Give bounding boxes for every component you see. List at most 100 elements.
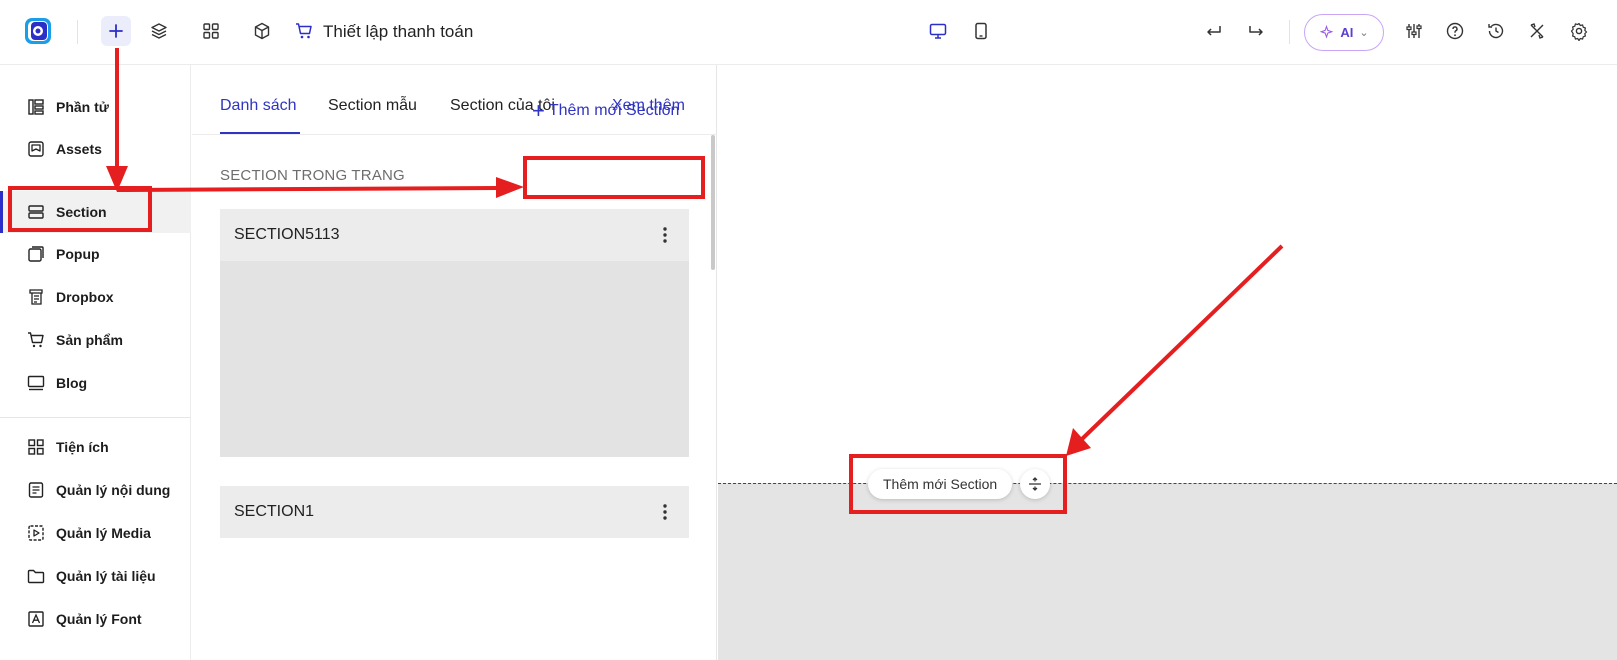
sidebar-item-label: Sản phẩm — [56, 332, 123, 348]
desktop-view-button[interactable] — [923, 16, 953, 46]
grid-icon — [203, 23, 219, 39]
desktop-icon — [929, 23, 947, 39]
insert-section-button[interactable] — [1020, 469, 1050, 499]
cart-icon — [28, 332, 44, 348]
tools-icon — [1530, 23, 1544, 39]
sections-in-page-heading: SECTION TRONG TRANG — [220, 167, 405, 184]
sidebar-item-label: Quản lý tài liệu — [56, 568, 156, 584]
sidebar-item-label: Quản lý Font — [56, 611, 142, 627]
cart-icon — [296, 23, 312, 39]
app-logo[interactable] — [22, 15, 54, 47]
history-icon — [1488, 23, 1504, 39]
folder-icon — [27, 569, 45, 584]
sidebar-divider — [0, 417, 191, 418]
section-card-header: SECTION1 — [220, 486, 689, 538]
sidebar-item-label: Blog — [56, 375, 88, 391]
tablet-icon — [975, 22, 987, 40]
panel-tabs: Danh sách Section mẫu Section của tôi Xe… — [192, 65, 717, 135]
add-section-label: Thêm mới Section — [548, 102, 680, 119]
sidebar-item-label: Popup — [56, 246, 100, 262]
canvas-section-area[interactable] — [718, 483, 1617, 660]
undo-icon — [1207, 26, 1221, 36]
plus-icon: + — [532, 98, 545, 123]
add-section-button[interactable]: + Thêm mới Section — [532, 98, 680, 123]
content-icon — [28, 482, 44, 498]
section-panel: Danh sách Section mẫu Section của tôi Xe… — [192, 65, 717, 660]
sliders-icon — [1406, 24, 1422, 38]
assets-icon — [28, 141, 44, 157]
sidebar-item-label: Assets — [56, 141, 102, 157]
sidebar-item-products[interactable]: Sản phẩm — [0, 319, 191, 361]
more-vertical-icon[interactable] — [655, 502, 675, 522]
page-title: Thiết lập thanh toán — [323, 22, 474, 41]
style-settings-button[interactable] — [1399, 16, 1429, 46]
canvas-add-section-button[interactable]: Thêm mới Section — [868, 469, 1013, 499]
tools-button[interactable] — [1522, 16, 1552, 46]
section-card[interactable]: SECTION1 — [220, 486, 689, 538]
sidebar-item-content[interactable]: Quản lý nội dung — [0, 469, 191, 511]
section-card[interactable]: SECTION5113 — [220, 209, 689, 457]
sidebar-item-widgets[interactable]: Tiện ích — [0, 426, 191, 468]
sidebar-item-media[interactable]: Quản lý Media — [0, 512, 191, 554]
ai-button[interactable]: AI ⌄ — [1304, 14, 1384, 51]
box-icon — [254, 22, 270, 40]
toolbar-divider — [1289, 20, 1290, 44]
elements-icon — [28, 99, 44, 115]
panel-scrollbar[interactable] — [711, 135, 715, 270]
blog-icon — [27, 375, 45, 391]
section-insert-line — [718, 483, 1617, 484]
add-button[interactable] — [101, 16, 131, 46]
dropbox-icon — [29, 289, 43, 305]
expand-vertical-icon — [1029, 477, 1041, 491]
sparkle-icon — [1320, 25, 1334, 39]
sidebar-item-popup[interactable]: Popup — [0, 233, 191, 275]
settings-button[interactable] — [1564, 16, 1594, 46]
popup-icon — [28, 246, 44, 262]
section-icon — [28, 205, 44, 219]
active-tab-indicator — [220, 132, 300, 134]
media-icon — [28, 525, 44, 541]
ai-label: AI — [1340, 25, 1354, 40]
sidebar-item-documents[interactable]: Quản lý tài liệu — [0, 555, 191, 597]
settings-icon — [1570, 22, 1588, 41]
sidebar-item-dropbox[interactable]: Dropbox — [0, 276, 191, 318]
sidebar-item-fonts[interactable]: Quản lý Font — [0, 598, 191, 640]
font-icon — [28, 611, 44, 627]
tab-list[interactable]: Danh sách — [220, 97, 297, 115]
box-button[interactable] — [247, 16, 277, 46]
layers-icon — [151, 23, 167, 39]
help-icon — [1446, 22, 1464, 40]
section-name: SECTION1 — [234, 503, 315, 520]
toolbar-divider — [77, 20, 78, 44]
layers-button[interactable] — [144, 16, 174, 46]
more-vertical-icon[interactable] — [655, 225, 675, 245]
sidebar-item-blog[interactable]: Blog — [0, 362, 191, 404]
sidebar-item-assets[interactable]: Assets — [0, 128, 191, 170]
section-card-header: SECTION5113 — [220, 209, 689, 261]
sidebar-item-section[interactable]: Section — [0, 191, 191, 233]
sidebar-item-label: Dropbox — [56, 289, 114, 305]
sidebar-item-elements[interactable]: Phần tử — [0, 86, 191, 128]
sidebar-item-label: Phần tử — [56, 99, 109, 115]
undo-button[interactable] — [1199, 16, 1229, 46]
plus-icon — [109, 24, 123, 38]
sidebar-item-label: Quản lý Media — [56, 525, 151, 541]
grid-button[interactable] — [196, 16, 226, 46]
sidebar-item-label: Section — [56, 204, 107, 220]
tab-template-sections[interactable]: Section mẫu — [328, 97, 417, 115]
history-button[interactable] — [1481, 16, 1511, 46]
help-button[interactable] — [1440, 16, 1470, 46]
tablet-view-button[interactable] — [966, 16, 996, 46]
widgets-icon — [28, 439, 44, 455]
cart-button[interactable] — [289, 16, 319, 46]
redo-button[interactable] — [1241, 16, 1271, 46]
redo-icon — [1249, 26, 1263, 36]
section-preview — [220, 261, 689, 457]
sidebar-item-label: Tiện ích — [56, 439, 109, 455]
editor-canvas[interactable]: Thêm mới Section — [718, 65, 1617, 660]
top-toolbar: Thiết lập thanh toán AI ⌄ — [0, 0, 1617, 65]
section-name: SECTION5113 — [234, 226, 340, 243]
sidebar-item-label: Quản lý nội dung — [56, 482, 171, 498]
chevron-down-icon: ⌄ — [1359, 27, 1369, 39]
left-sidebar: Phần tử Assets Section Popup Dropbox Sản… — [0, 65, 191, 660]
